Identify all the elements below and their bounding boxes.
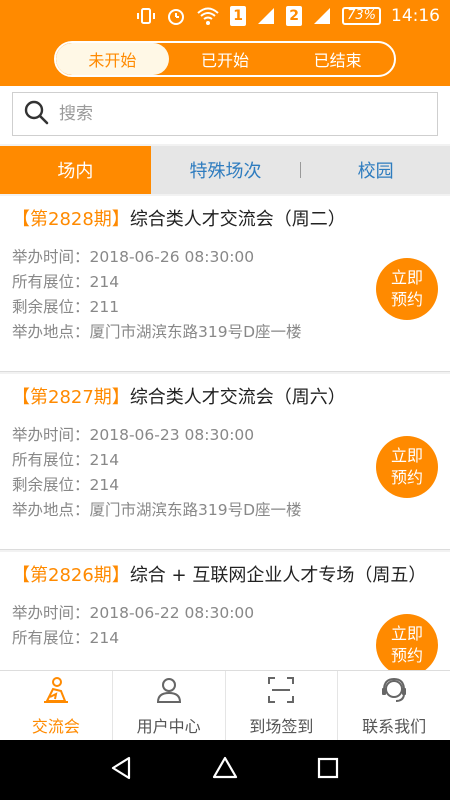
fair-remaining-value: 214: [89, 476, 120, 494]
reserve-button-line1: 立即: [390, 446, 423, 465]
battery-indicator: 73%: [342, 7, 381, 25]
fair-time-value: 2018-06-26 08:30:00: [89, 248, 255, 266]
fair-list[interactable]: 【第2828期】综合类人才交流会（周二） 举办时间：2018-06-26 08:…: [0, 196, 450, 670]
search-icon: [23, 99, 49, 129]
reserve-button[interactable]: 立即 预约: [376, 258, 438, 320]
fair-total-label: 所有展位：: [12, 629, 90, 647]
fair-time-row: 举办时间：2018-06-22 08:30:00: [12, 601, 438, 626]
fair-card[interactable]: 【第2828期】综合类人才交流会（周二） 举办时间：2018-06-26 08:…: [0, 196, 450, 372]
status-clock: 14:16: [391, 6, 440, 26]
reserve-button[interactable]: 立即 预约: [376, 436, 438, 498]
fair-name: 综合类人才交流会（周六）: [129, 387, 346, 408]
reserve-button-line2: 预约: [390, 468, 423, 487]
fair-total-row: 所有展位：214: [12, 448, 438, 473]
fair-title: 【第2827期】综合类人才交流会（周六）: [12, 384, 438, 411]
status-bar: 1 2 73% 14:16: [0, 0, 450, 32]
fair-time-value: 2018-06-23 08:30:00: [89, 426, 255, 444]
segment-started[interactable]: 已开始: [169, 43, 282, 75]
search-bar: [0, 86, 450, 144]
header: 未开始 已开始 已结束: [0, 32, 450, 86]
nav-user-center-label: 用户中心: [136, 716, 201, 736]
home-icon[interactable]: [212, 755, 238, 785]
fair-time-value: 2018-06-22 08:30:00: [89, 604, 255, 622]
venue-tabs: 场内 特殊场次 校园: [0, 146, 450, 194]
fair-name: 综合类人才交流会（周二）: [129, 209, 346, 230]
fair-title: 【第2828期】综合类人才交流会（周二）: [12, 206, 438, 233]
fair-name: 综合 + 互联网企业人才专场（周五）: [129, 565, 427, 586]
fair-remaining-row: 剩余展位：214: [12, 473, 438, 498]
tab-campus[interactable]: 校园: [301, 146, 450, 194]
scan-icon: [266, 675, 296, 713]
reserve-button-line2: 预约: [390, 290, 423, 309]
fair-location-label: 举办地点：: [12, 323, 90, 341]
nav-contact-us-label: 联系我们: [362, 716, 427, 736]
vibrate-icon: [136, 6, 156, 26]
fair-remaining-label: 剩余展位：: [12, 298, 90, 316]
system-nav-bar: [0, 740, 450, 800]
search-input[interactable]: [59, 104, 419, 124]
fair-total-value: 214: [89, 451, 120, 469]
bottom-nav: 交流会 用户中心 到场签到 联系我们: [0, 670, 450, 740]
reserve-button[interactable]: 立即 预约: [376, 614, 438, 670]
fair-total-label: 所有展位：: [12, 451, 90, 469]
fair-time-label: 举办时间：: [12, 604, 90, 622]
fair-total-row: 所有展位：214: [12, 626, 438, 651]
fair-total-value: 214: [89, 629, 120, 647]
app-screen: 1 2 73% 14:16 未开始 已开始 已结束 场内 特殊场次 校园: [0, 0, 450, 800]
back-icon[interactable]: [109, 755, 135, 785]
signal-icon: [312, 6, 332, 26]
fair-location-row: 举办地点：厦门市湖滨东路319号D座一楼: [12, 320, 438, 345]
reserve-button-line1: 立即: [390, 624, 423, 643]
alarm-icon: [166, 6, 186, 26]
reserve-button-line2: 预约: [390, 646, 423, 665]
nav-user-center[interactable]: 用户中心: [113, 671, 226, 740]
fair-title: 【第2826期】综合 + 互联网企业人才专场（周五）: [12, 562, 438, 589]
segment-not-started[interactable]: 未开始: [56, 43, 169, 75]
tab-special-sessions[interactable]: 特殊场次: [151, 146, 301, 194]
fair-period: 【第2828期】: [12, 209, 130, 230]
fair-location-value: 厦门市湖滨东路319号D座一楼: [89, 501, 302, 519]
fair-location-row: 举办地点：厦门市湖滨东路319号D座一楼: [12, 498, 438, 523]
sim2-badge: 2: [286, 6, 303, 26]
fair-card[interactable]: 【第2826期】综合 + 互联网企业人才专场（周五） 举办时间：2018-06-…: [0, 552, 450, 670]
fair-total-row: 所有展位：214: [12, 270, 438, 295]
fair-period: 【第2827期】: [12, 387, 130, 408]
nav-check-in[interactable]: 到场签到: [226, 671, 339, 740]
fair-remaining-label: 剩余展位：: [12, 476, 90, 494]
signal-icon: [256, 6, 276, 26]
reserve-button-line1: 立即: [390, 268, 423, 287]
fair-time-row: 举办时间：2018-06-26 08:30:00: [12, 245, 438, 270]
fair-total-value: 214: [89, 273, 120, 291]
user-icon: [154, 675, 184, 713]
fair-time-label: 举办时间：: [12, 426, 90, 444]
fair-time-row: 举办时间：2018-06-23 08:30:00: [12, 423, 438, 448]
fair-location-value: 厦门市湖滨东路319号D座一楼: [89, 323, 302, 341]
fair-remaining-value: 211: [89, 298, 120, 316]
recents-icon[interactable]: [315, 755, 341, 785]
search-box[interactable]: [12, 92, 438, 136]
fair-time-label: 举办时间：: [12, 248, 90, 266]
fair-card[interactable]: 【第2827期】综合类人才交流会（周六） 举办时间：2018-06-23 08:…: [0, 374, 450, 550]
sim1-badge: 1: [230, 6, 247, 26]
tab-onsite[interactable]: 场内: [0, 146, 151, 194]
fair-remaining-row: 剩余展位：211: [12, 295, 438, 320]
nav-contact-us[interactable]: 联系我们: [338, 671, 450, 740]
nav-fair[interactable]: 交流会: [0, 671, 113, 740]
segment-ended[interactable]: 已结束: [281, 43, 394, 75]
status-segmented-control: 未开始 已开始 已结束: [54, 41, 396, 77]
fair-icon: [41, 675, 71, 713]
wifi-icon: [196, 6, 220, 26]
headset-icon: [379, 675, 409, 713]
fair-total-label: 所有展位：: [12, 273, 90, 291]
fair-location-label: 举办地点：: [12, 501, 90, 519]
nav-check-in-label: 到场签到: [249, 716, 314, 736]
nav-fair-label: 交流会: [31, 716, 80, 736]
fair-period: 【第2826期】: [12, 565, 130, 586]
